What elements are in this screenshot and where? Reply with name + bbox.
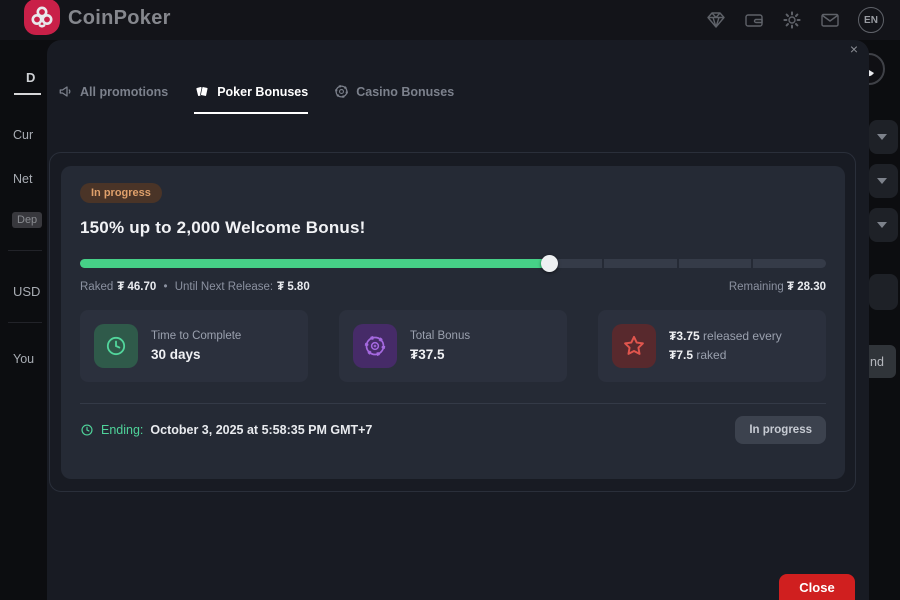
raked-stats: Raked ₮ 46.70 • Until Next Release: ₮ 5.80 <box>80 281 310 293</box>
tab-label: Casino Bonuses <box>356 85 454 99</box>
progress-tick <box>751 259 753 268</box>
tile-release-rate: ₮3.75 released every ₮7.5 raked <box>598 310 826 382</box>
background-divider <box>8 250 42 251</box>
tab-all-promotions[interactable]: All promotions <box>58 84 168 114</box>
playing-cards-icon <box>194 84 210 99</box>
ending-info: Ending: October 3, 2025 at 5:58:35 PM GM… <box>80 423 372 437</box>
progress-tick <box>677 259 679 268</box>
tab-label: Poker Bonuses <box>217 85 308 99</box>
progress-tick <box>602 259 604 268</box>
promotions-tab-bar: All promotions Poker Bonuses Casino Bonu… <box>58 84 454 114</box>
casino-chip-icon <box>334 84 349 99</box>
chevron-down-icon <box>877 222 887 228</box>
coinpoker-logo-icon[interactable] <box>24 0 60 35</box>
next-release-label: Until Next Release: <box>175 281 273 293</box>
promotions-modal: × All promotions Poker Bonuses Casino Bo… <box>47 40 869 600</box>
background-label-deposit: Dep <box>12 212 42 228</box>
tab-casino-bonuses[interactable]: Casino Bonuses <box>334 84 454 114</box>
remaining-label: Remaining <box>729 281 784 293</box>
star-icon <box>612 324 656 368</box>
close-button[interactable]: Close <box>779 574 855 600</box>
tile-time-to-complete: Time to Complete 30 days <box>80 310 308 382</box>
tile-total-bonus: Total Bonus ₮37.5 <box>339 310 567 382</box>
background-label-usd: USD <box>13 284 40 299</box>
progress-knob[interactable] <box>541 255 558 272</box>
tile-label: Total Bonus <box>410 330 470 342</box>
remaining-value: ₮ 28.30 <box>787 281 826 293</box>
raked-value: ₮ 46.70 <box>117 281 156 293</box>
close-icon[interactable]: × <box>846 40 862 58</box>
next-release-value: ₮ 5.80 <box>277 281 310 293</box>
tile-label: Time to Complete <box>151 330 241 342</box>
settings-gear-icon[interactable] <box>782 10 802 30</box>
ending-label: Ending: <box>101 423 143 437</box>
background-label-currency: Cur <box>13 128 33 142</box>
ending-datetime: October 3, 2025 at 5:58:35 PM GMT+7 <box>150 423 372 437</box>
app-title: CoinPoker <box>68 0 171 40</box>
progress-bar <box>80 259 826 268</box>
mail-icon[interactable] <box>820 10 840 30</box>
dot-separator: • <box>163 281 167 293</box>
status-badge: In progress <box>80 183 162 203</box>
megaphone-icon <box>58 84 73 99</box>
clock-icon <box>94 324 138 368</box>
tile-value: ₮37.5 <box>410 347 470 362</box>
background-tab-fragment[interactable]: D <box>26 70 35 85</box>
background-dropdown[interactable] <box>869 208 898 242</box>
language-button[interactable]: EN <box>858 7 884 33</box>
header-icons: EN <box>706 0 884 40</box>
clock-small-icon <box>80 423 94 437</box>
card-footer: Ending: October 3, 2025 at 5:58:35 PM GM… <box>80 416 826 444</box>
top-header-bar: CoinPoker EN <box>0 0 900 40</box>
background-input-field[interactable] <box>869 274 898 310</box>
background-dropdown[interactable] <box>869 120 898 154</box>
chevron-down-icon <box>877 134 887 140</box>
app-window: D Cur Net Dep USD You nd × All promotion… <box>0 0 900 600</box>
tab-poker-bonuses[interactable]: Poker Bonuses <box>194 84 308 114</box>
gem-icon[interactable] <box>706 10 726 30</box>
promotions-list-container: In progress 150% up to 2,000 Welcome Bon… <box>49 152 856 492</box>
in-progress-button[interactable]: In progress <box>735 416 826 444</box>
chevron-down-icon <box>877 178 887 184</box>
progress-fill <box>80 259 550 268</box>
tile-value: 30 days <box>151 347 241 362</box>
background-tab-underline <box>14 93 41 95</box>
poker-chip-icon <box>353 324 397 368</box>
background-label-network: Net <box>13 172 32 186</box>
release-amount: ₮3.75 <box>669 329 700 343</box>
tile-line-1: ₮3.75 released every <box>669 327 782 346</box>
raked-label: Raked <box>80 281 113 293</box>
wallet-icon[interactable] <box>744 10 764 30</box>
remaining-stats: Remaining ₮ 28.30 <box>729 281 826 293</box>
bonus-card: In progress 150% up to 2,000 Welcome Bon… <box>61 166 845 479</box>
background-label-you: You <box>13 352 34 366</box>
bonus-info-tiles: Time to Complete 30 days Total Bonus ₮37… <box>80 310 826 382</box>
progress-stats-row: Raked ₮ 46.70 • Until Next Release: ₮ 5.80… <box>80 281 826 293</box>
background-dropdown[interactable] <box>869 164 898 198</box>
raked-amount: ₮7.5 <box>669 348 693 362</box>
bonus-title: 150% up to 2,000 Welcome Bonus! <box>80 218 826 238</box>
background-divider <box>8 322 42 323</box>
tab-label: All promotions <box>80 85 168 99</box>
tile-line-2: ₮7.5 raked <box>669 346 782 365</box>
card-divider <box>80 403 826 404</box>
